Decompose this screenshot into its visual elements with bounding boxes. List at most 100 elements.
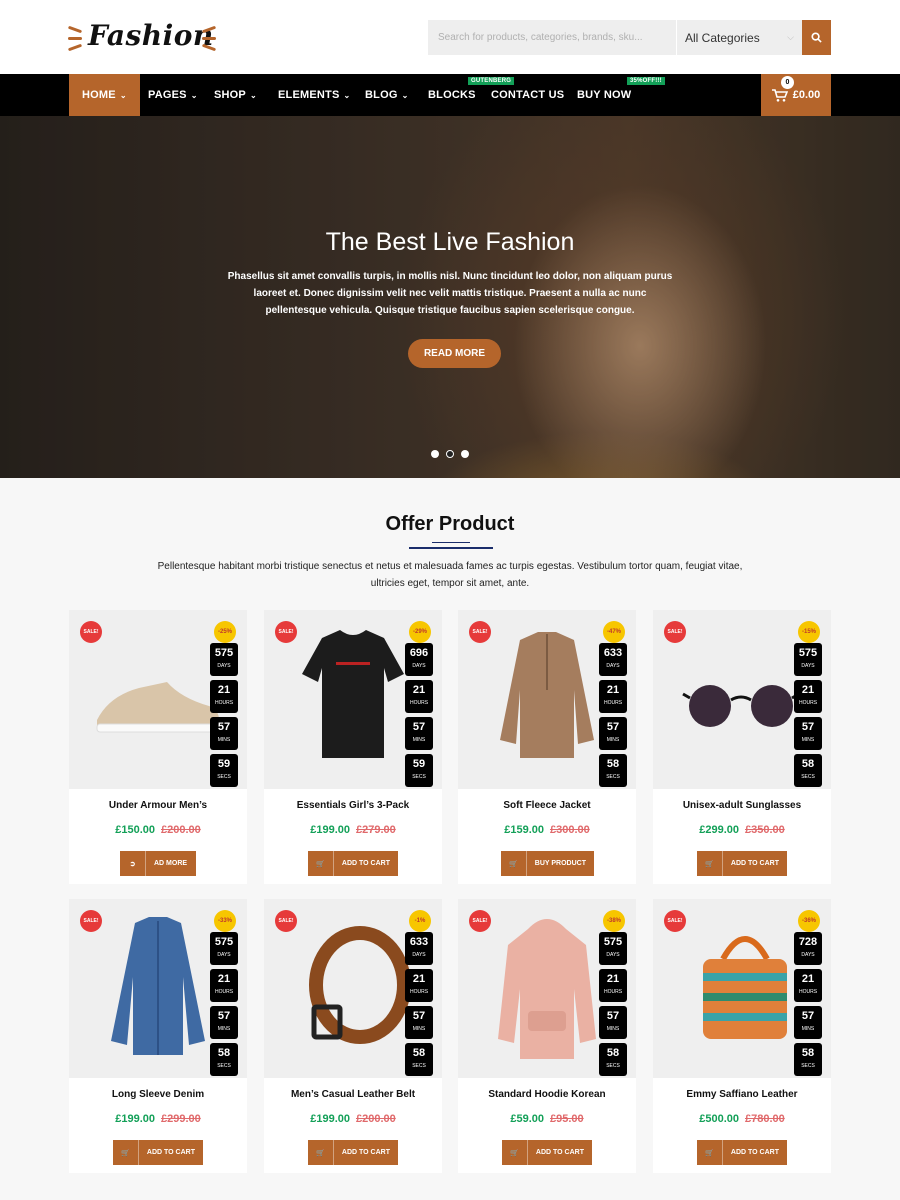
search-icon xyxy=(811,32,822,43)
nav-item-shop[interactable]: Shop ⌄ xyxy=(214,74,257,116)
countdown-value: 57 xyxy=(217,1010,231,1022)
price-old: £299.00 xyxy=(161,1113,201,1125)
nav-item-buy-now[interactable]: Buy Now xyxy=(577,74,631,116)
chevron-down-icon: ⌄ xyxy=(190,90,198,100)
countdown-value: 58 xyxy=(801,1047,815,1059)
price-current: £150.00 xyxy=(115,824,155,836)
button-label: ADD TO CART xyxy=(535,1149,584,1156)
countdown-hours: 21 HOURS xyxy=(599,680,627,713)
price-current: £299.00 xyxy=(699,824,739,836)
countdown-value: 575 xyxy=(214,647,234,659)
category-select-value: All Categories xyxy=(685,30,760,45)
product-card[interactable]: SALE! -47% 633 DAYS 21 HOURS 57 MINS 58 SECS… xyxy=(458,610,636,884)
countdown-mins: 57 MINS xyxy=(599,1006,627,1039)
price-old: £200.00 xyxy=(356,1113,396,1125)
countdown-value: 57 xyxy=(801,721,815,733)
product-name[interactable]: Long Sleeve Denim xyxy=(69,1089,247,1100)
add-to-cart-button[interactable]: 🛒 ADD TO CART xyxy=(697,1140,787,1165)
button-label: ADD TO CART xyxy=(730,860,779,867)
countdown-value: 21 xyxy=(606,684,620,696)
countdown-value: 58 xyxy=(412,1047,426,1059)
product-card[interactable]: SALE! -1% 633 DAYS 21 HOURS 57 MINS 58 SECS … xyxy=(264,899,442,1173)
sale-badge: SALE! xyxy=(275,910,297,932)
price-current: £500.00 xyxy=(699,1113,739,1125)
product-name[interactable]: Essentials Girl’s 3-Pack xyxy=(264,800,442,811)
countdown-days: 728 DAYS xyxy=(794,932,822,965)
countdown-value: 58 xyxy=(217,1047,231,1059)
product-prices: £159.00 £300.00 xyxy=(458,824,636,836)
nav-item-label: Elements xyxy=(278,89,340,101)
slider-dot[interactable] xyxy=(461,450,469,458)
cart-icon: 🛒 xyxy=(308,851,334,876)
title-underline xyxy=(432,542,470,543)
add-to-cart-button[interactable]: 🛒 ADD TO CART xyxy=(502,1140,592,1165)
countdown-mins: 57 MINS xyxy=(210,717,238,750)
countdown-value: 21 xyxy=(217,973,231,985)
search-input[interactable] xyxy=(428,20,676,55)
chevron-down-icon: ⌄ xyxy=(343,90,351,100)
nav-item-contact[interactable]: Contact Us xyxy=(491,74,564,116)
countdown-value: 21 xyxy=(412,684,426,696)
product-name[interactable]: Emmy Saffiano Leather xyxy=(653,1089,831,1100)
discount-badge: -15% xyxy=(798,621,820,643)
countdown-value: 21 xyxy=(412,973,426,985)
slider-dot[interactable] xyxy=(431,450,439,458)
product-card[interactable]: SALE! -25% 575 DAYS 21 HOURS 57 MINS 59 SECS… xyxy=(69,610,247,884)
product-prices: £299.00 £350.00 xyxy=(653,824,831,836)
nav-item-blog[interactable]: Blog ⌄ xyxy=(365,74,408,116)
slider-dot-active[interactable] xyxy=(446,450,454,458)
price-current: £59.00 xyxy=(510,1113,544,1125)
countdown-secs: 58 SECS xyxy=(405,1043,433,1076)
countdown-value: 57 xyxy=(606,1010,620,1022)
product-name[interactable]: Under Armour Men’s xyxy=(69,800,247,811)
product-card[interactable]: SALE! -36% 728 DAYS 21 HOURS 57 MINS 58 SECS… xyxy=(653,899,831,1173)
cart-icon: 🛒 xyxy=(308,1140,334,1165)
discount-badge: -36% xyxy=(798,910,820,932)
nav-item-home[interactable]: Home ⌄ xyxy=(69,74,140,116)
add-to-cart-button[interactable]: 🛒 ADD TO CART xyxy=(308,851,398,876)
nav-item-label: Home xyxy=(82,89,116,101)
countdown-mins: 57 MINS xyxy=(599,717,627,750)
product-name[interactable]: Men’s Casual Leather Belt xyxy=(264,1089,442,1100)
countdown-label: DAYS xyxy=(801,663,815,669)
add-to-cart-button[interactable]: 🛒 ADD TO CART xyxy=(308,1140,398,1165)
price-current: £199.00 xyxy=(310,824,350,836)
countdown-secs: 58 SECS xyxy=(794,754,822,787)
countdown-label: MINS xyxy=(217,737,231,743)
product-card[interactable]: SALE! -15% 575 DAYS 21 HOURS 57 MINS 58 SECS… xyxy=(653,610,831,884)
countdown-secs: 58 SECS xyxy=(599,754,627,787)
nav-item-label: Blog xyxy=(365,89,398,101)
product-card[interactable]: SALE! -38% 575 DAYS 21 HOURS 57 MINS 58 SECS… xyxy=(458,899,636,1173)
chevron-down-icon: ⌵ xyxy=(787,32,794,42)
buy-product-button[interactable]: 🛒 BUY PRODUCT xyxy=(501,851,594,876)
slider-dots xyxy=(0,450,900,458)
countdown-label: MINS xyxy=(412,737,426,743)
product-card[interactable]: SALE! -29% 696 DAYS 21 HOURS 57 MINS 59 SECS… xyxy=(264,610,442,884)
add-to-cart-button[interactable]: 🛒 ADD TO CART xyxy=(113,1140,203,1165)
countdown-label: MINS xyxy=(606,1026,620,1032)
price-old: £200.00 xyxy=(161,824,201,836)
site-logo[interactable]: Fashion xyxy=(67,18,218,58)
countdown-label: DAYS xyxy=(217,952,231,958)
countdown-hours: 21 HOURS xyxy=(794,969,822,1002)
cart-icon xyxy=(771,88,788,102)
product-name[interactable]: Soft Fleece Jacket xyxy=(458,800,636,811)
price-old: £350.00 xyxy=(745,824,785,836)
add-to-cart-button[interactable]: 🛒 ADD TO CART xyxy=(697,851,787,876)
category-select[interactable]: All Categories ⌵ xyxy=(676,20,802,55)
read-more-product-button[interactable]: ➲ AD MORE xyxy=(120,851,196,876)
nav-item-pages[interactable]: Pages ⌄ xyxy=(148,74,198,116)
nav-item-elements[interactable]: Elements ⌄ xyxy=(278,74,350,116)
countdown-days: 575 DAYS xyxy=(599,932,627,965)
product-name[interactable]: Unisex-adult Sunglasses xyxy=(653,800,831,811)
product-card[interactable]: SALE! -33% 575 DAYS 21 HOURS 57 MINS 58 SECS… xyxy=(69,899,247,1173)
countdown-value: 21 xyxy=(217,684,231,696)
cart-total: £0.00 xyxy=(792,89,821,101)
nav-item-label: Buy Now xyxy=(577,89,632,101)
countdown-label: SECS xyxy=(217,1063,231,1069)
cart-button[interactable]: 0 £0.00 xyxy=(761,74,831,116)
countdown-label: MINS xyxy=(801,737,815,743)
product-name[interactable]: Standard Hoodie Korean xyxy=(458,1089,636,1100)
read-more-button[interactable]: READ MORE xyxy=(408,339,501,368)
search-button[interactable] xyxy=(802,20,831,55)
